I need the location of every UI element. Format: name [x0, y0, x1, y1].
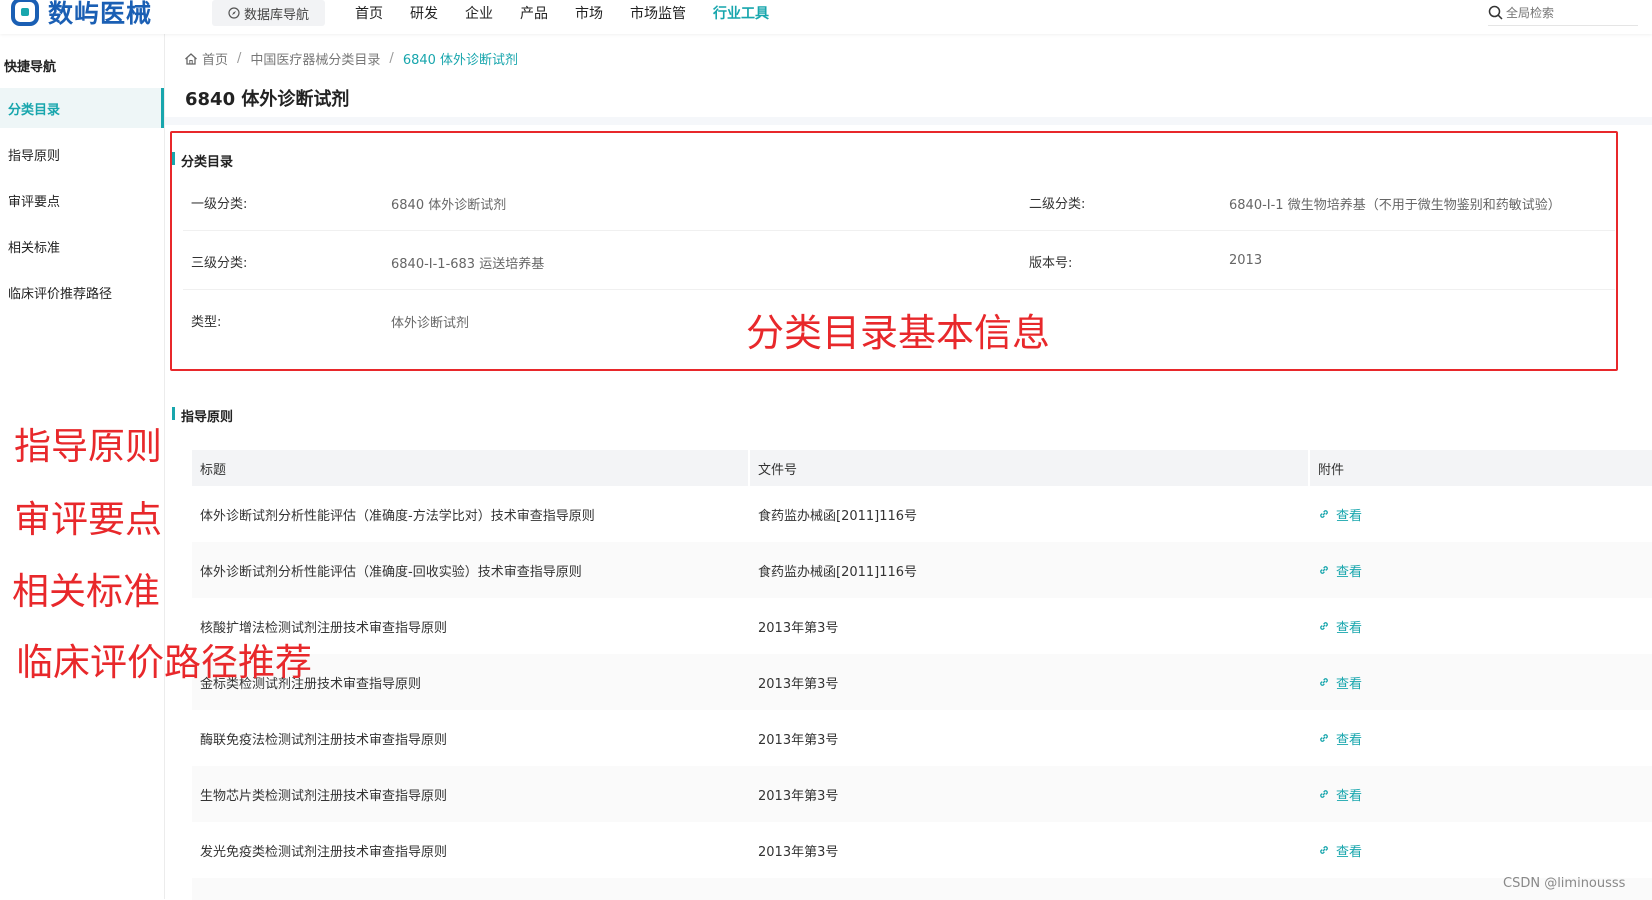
- table-row: 体外诊断试剂分析性能评估（准确度-方法学比对）技术审查指导原则 食药监办械函[2…: [192, 486, 1652, 542]
- link-icon: [1320, 734, 1328, 742]
- watermark: CSDN @liminousss: [1503, 876, 1626, 891]
- row-doc-number: 食药监办械函[2011]116号: [758, 508, 918, 524]
- nav-item-rnd[interactable]: 研发: [410, 3, 438, 23]
- view-link-label: 查看: [1336, 564, 1363, 580]
- sidebar-item-review-points[interactable]: 审评要点: [0, 180, 164, 220]
- row-title: 发光免疫类检测试剂注册技术审查指导原则: [200, 844, 448, 860]
- page-title: 6840 体外诊断试剂: [185, 89, 350, 110]
- nav-item-home[interactable]: 首页: [355, 3, 383, 23]
- table-row: 生物芯片类检测试剂注册技术审查指导原则 2013年第3号 查看: [192, 766, 1652, 822]
- view-link-label: 查看: [1336, 844, 1363, 860]
- row-doc-number: 2013年第3号: [758, 732, 839, 748]
- sidebar-title: 快捷导航: [4, 60, 57, 75]
- view-link-label: 查看: [1336, 508, 1363, 524]
- guidelines-section-title: 指导原则: [172, 406, 233, 425]
- home-icon: [185, 52, 197, 65]
- sidebar-item-catalog[interactable]: 分类目录: [0, 88, 164, 128]
- database-nav-label: 数据库导航: [243, 7, 309, 23]
- table-row-partial: [192, 878, 1652, 900]
- view-link-label: 查看: [1336, 620, 1363, 636]
- table-row: 核酸扩增法检测试剂注册技术审查指导原则 2013年第3号 查看: [192, 598, 1652, 654]
- nav-item-enterprise[interactable]: 企业: [465, 3, 493, 23]
- row-doc-number: 2013年第3号: [758, 620, 839, 636]
- annotation-clinical-path: 临床评价路径推荐: [16, 641, 312, 684]
- view-link-label: 查看: [1336, 676, 1363, 692]
- table-header-row: 标题 文件号 附件: [192, 450, 1652, 486]
- section-divider: [165, 117, 1652, 125]
- table-row: 酶联免疫法检测试剂注册技术审查指导原则 2013年第3号 查看: [192, 710, 1652, 766]
- nav-item-industry-tools[interactable]: 行业工具: [713, 3, 769, 23]
- column-header-attachment: 附件: [1318, 462, 1345, 478]
- breadcrumb-catalog[interactable]: 中国医疗器械分类目录: [250, 49, 380, 68]
- row-title: 体外诊断试剂分析性能评估（准确度-回收实验）技术审查指导原则: [200, 564, 582, 580]
- nav-item-product[interactable]: 产品: [520, 3, 548, 23]
- column-header-doc-number: 文件号: [758, 462, 798, 478]
- compass-icon: [228, 7, 240, 19]
- nav-item-market[interactable]: 市场: [575, 3, 603, 23]
- view-link-label: 查看: [1336, 732, 1363, 748]
- column-divider: [748, 450, 750, 486]
- sidebar-item-standards[interactable]: 相关标准: [0, 226, 164, 266]
- row-title: 生物芯片类检测试剂注册技术审查指导原则: [200, 788, 448, 804]
- view-attachment-link[interactable]: 查看: [1318, 561, 1362, 580]
- row-title: 酶联免疫法检测试剂注册技术审查指导原则: [200, 732, 448, 748]
- view-attachment-link[interactable]: 查看: [1318, 841, 1362, 860]
- table-row: 发光免疫类检测试剂注册技术审查指导原则 2013年第3号 查看: [192, 822, 1652, 878]
- view-attachment-link[interactable]: 查看: [1318, 617, 1362, 636]
- row-doc-number: 2013年第3号: [758, 788, 839, 804]
- sidebar-item-clinical-path[interactable]: 临床评价推荐路径: [0, 272, 164, 312]
- annotation-review-points: 审评要点: [14, 498, 162, 541]
- link-icon: [1320, 566, 1328, 574]
- sidebar-item-guidelines[interactable]: 指导原则: [0, 134, 164, 174]
- nav-item-regulation[interactable]: 市场监管: [630, 3, 686, 23]
- row-title: 体外诊断试剂分析性能评估（准确度-方法学比对）技术审查指导原则: [200, 508, 595, 524]
- breadcrumb: 首页 / 中国医疗器械分类目录 / 6840 体外诊断试剂: [184, 49, 518, 68]
- column-divider: [1308, 450, 1310, 486]
- breadcrumb-separator: /: [389, 51, 394, 66]
- database-nav-button[interactable]: 数据库导航: [212, 0, 325, 26]
- search-icon[interactable]: [1488, 5, 1503, 20]
- breadcrumb-home[interactable]: 首页: [202, 49, 228, 68]
- column-header-title: 标题: [200, 462, 227, 478]
- logo[interactable]: 数屿医械: [10, 0, 152, 32]
- annotation-catalog-info: 分类目录基本信息: [746, 311, 1051, 355]
- view-link-label: 查看: [1336, 788, 1363, 804]
- link-icon: [1320, 790, 1328, 798]
- link-icon: [1320, 678, 1328, 686]
- view-attachment-link[interactable]: 查看: [1318, 785, 1362, 804]
- row-doc-number: 食药监办械函[2011]116号: [758, 564, 918, 580]
- row-doc-number: 2013年第3号: [758, 676, 839, 692]
- annotation-guidelines: 指导原则: [14, 425, 162, 468]
- table-row: 金标类检测试剂注册技术审查指导原则 2013年第3号 查看: [192, 654, 1652, 710]
- link-icon: [1320, 510, 1328, 518]
- guidelines-table: 标题 文件号 附件 体外诊断试剂分析性能评估（准确度-方法学比对）技术审查指导原…: [192, 450, 1652, 900]
- table-row: 体外诊断试剂分析性能评估（准确度-回收实验）技术审查指导原则 食药监办械函[20…: [192, 542, 1652, 598]
- search-input[interactable]: [1506, 5, 1626, 20]
- view-attachment-link[interactable]: 查看: [1318, 673, 1362, 692]
- logo-text: 数屿医械: [48, 0, 153, 28]
- main-nav: 首页 研发 企业 产品 市场 市场监管 行业工具: [355, 0, 796, 26]
- view-attachment-link[interactable]: 查看: [1318, 729, 1362, 748]
- annotation-standards: 相关标准: [12, 570, 160, 613]
- breadcrumb-current: 6840 体外诊断试剂: [402, 53, 519, 68]
- top-navbar: 数屿医械 数据库导航 首页 研发 企业 产品 市场 市场监管 行业工具: [0, 0, 1652, 34]
- view-attachment-link[interactable]: 查看: [1318, 505, 1362, 524]
- global-search[interactable]: [1488, 0, 1638, 26]
- link-icon: [1320, 846, 1328, 854]
- row-doc-number: 2013年第3号: [758, 844, 839, 860]
- logo-icon: [11, 0, 39, 26]
- link-icon: [1320, 622, 1328, 630]
- breadcrumb-separator: /: [237, 51, 242, 66]
